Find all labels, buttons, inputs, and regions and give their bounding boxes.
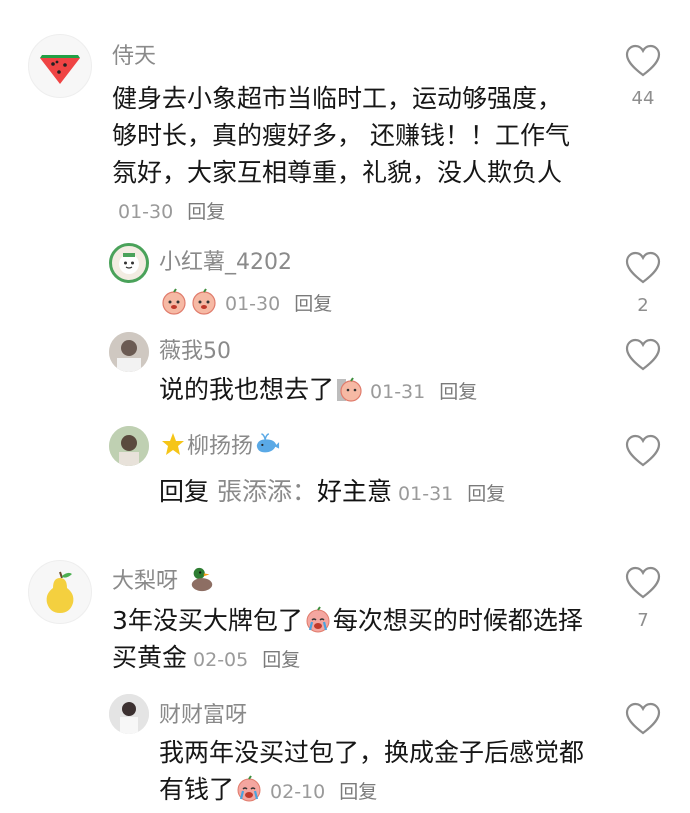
comment-username[interactable]: 大梨呀 (112, 563, 216, 595)
crying-face-emoji (306, 606, 330, 633)
like-button[interactable]: 7 (623, 566, 663, 631)
comment-body: 3年没买大牌包了 (112, 606, 303, 635)
avatar[interactable] (109, 332, 149, 372)
reply-target-user[interactable]: 張添添： (217, 477, 317, 506)
peach-face-emoji (337, 377, 362, 402)
reply-body: 说的我也想去了 (159, 375, 335, 404)
heart-outline-icon (625, 44, 661, 77)
reply-username[interactable]: 财财富呀 (159, 697, 247, 729)
avatar[interactable] (109, 694, 149, 734)
comment-username-text: 大梨呀 (112, 569, 179, 594)
like-button[interactable] (623, 434, 663, 468)
star-emoji (162, 433, 184, 455)
reply-username[interactable]: 薇我50 (159, 333, 231, 365)
reply-button[interactable]: 回复 (294, 293, 332, 315)
like-button[interactable]: 44 (623, 44, 663, 109)
reply-button[interactable]: 回复 (187, 201, 225, 223)
like-button[interactable]: 2 (623, 251, 663, 316)
pear-icon (46, 571, 74, 613)
watermelon-icon (40, 55, 80, 84)
heart-outline-icon (625, 338, 661, 371)
reply-button[interactable]: 回复 (339, 781, 377, 803)
reply-button[interactable]: 回复 (262, 649, 300, 671)
reply-username[interactable]: 柳扬扬 (159, 428, 281, 460)
reply-username[interactable]: 小红薯_4202 (159, 244, 292, 276)
heart-outline-icon (625, 566, 661, 599)
reply-text: 我两年没买过包了，换成金子后感觉都有钱了 02-10 回复 (159, 734, 599, 811)
heart-outline-icon (625, 251, 661, 284)
reply-date: 02-10 (270, 781, 326, 803)
reply-username-text: 柳扬扬 (187, 434, 254, 459)
comment-username[interactable]: 侍天 (112, 38, 156, 70)
photo-avatar-icon (109, 332, 149, 372)
like-button[interactable] (623, 702, 663, 736)
reply-date: 01-31 (398, 483, 454, 505)
avatar[interactable] (109, 243, 149, 283)
peach-face-emoji (162, 288, 186, 315)
heart-outline-icon (625, 702, 661, 735)
like-button[interactable] (623, 338, 663, 372)
photo-avatar-icon (109, 426, 149, 466)
like-count: 2 (637, 295, 649, 316)
duck-emoji (191, 567, 213, 592)
reply-date: 01-30 (225, 293, 281, 315)
comment-date: 01-30 (118, 201, 174, 223)
photo-avatar-icon (109, 694, 149, 734)
like-count: 7 (637, 610, 649, 631)
reply-prefix: 回复 (159, 477, 210, 506)
reply-text: 回复 張添添：好主意 01-31 回复 (159, 473, 505, 513)
comment-text: 3年没买大牌包了 每次想买的时候都选择买黄金 02-05 回复 (112, 602, 592, 679)
reply-button[interactable]: 回复 (467, 483, 505, 505)
whale-emoji (256, 433, 280, 453)
reply-date: 01-31 (370, 381, 426, 403)
reply-text: 01-30 回复 (159, 283, 332, 323)
heart-outline-icon (625, 434, 661, 467)
crying-face-emoji (237, 775, 261, 802)
reply-text: 说的我也想去了 01-31 回复 (159, 371, 477, 411)
comment-text: 健身去小象超市当临时工，运动够强度，够时长，真的瘦好多， 还赚钱！！工作气氛好，… (112, 80, 574, 231)
avatar[interactable] (28, 34, 92, 98)
avatar[interactable] (28, 560, 92, 624)
avatar[interactable] (109, 426, 149, 466)
reply-body: 好主意 (317, 477, 393, 506)
comment-date: 02-05 (193, 649, 249, 671)
peach-face-emoji (192, 288, 216, 315)
comment-body: 健身去小象超市当临时工，运动够强度，够时长，真的瘦好多， 还赚钱！！工作气氛好，… (112, 84, 570, 187)
reply-button[interactable]: 回复 (439, 381, 477, 403)
like-count: 44 (631, 88, 655, 109)
cartoon-avatar-icon (119, 253, 139, 274)
